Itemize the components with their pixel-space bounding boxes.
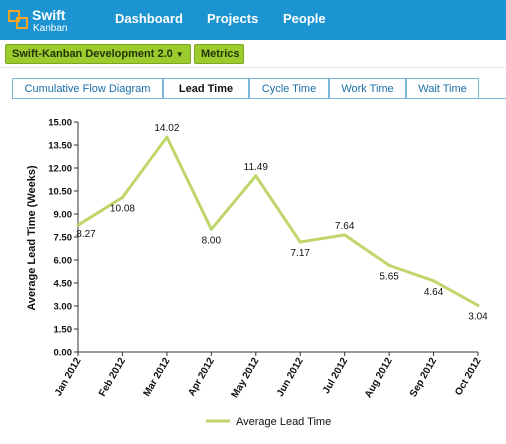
y-tick-label: 10.50 [48, 187, 72, 198]
data-label: 11.49 [244, 162, 269, 173]
tab-cumulative-flow-diagram[interactable]: Cumulative Flow Diagram [12, 78, 163, 99]
nav-dashboard[interactable]: Dashboard [115, 11, 183, 26]
y-tick-label: 13.50 [48, 141, 72, 152]
metrics-label: Metrics [201, 48, 240, 60]
tab-work-time[interactable]: Work Time [329, 78, 406, 99]
data-point [387, 263, 391, 267]
y-tick-label: 0.00 [54, 348, 73, 359]
y-tick-label: 15.00 [48, 118, 72, 129]
top-navigation-bar: Swift Kanban Dashboard Projects People [0, 0, 506, 40]
data-label: 7.17 [290, 248, 310, 259]
data-label: 14.02 [154, 123, 179, 134]
data-labels: 8.27 10.08 14.02 8.00 11.49 7.17 7.64 5.65 4.64 3… [76, 123, 488, 322]
y-tick-label: 6.00 [54, 256, 73, 267]
y-tick-label: 12.00 [48, 164, 72, 175]
chevron-down-icon: ▼ [175, 50, 184, 59]
data-point [298, 240, 302, 244]
y-axis-title: Average Lead Time (Weeks) [26, 165, 38, 311]
tab-cycle-time[interactable]: Cycle Time [249, 78, 329, 99]
lead-time-line-chart: Average Lead Time (Weeks) 0.00 1.50 3.00 4.… [26, 118, 488, 429]
data-point [76, 223, 80, 227]
x-tick-label: Jul 2012 [321, 356, 350, 396]
nav-projects[interactable]: Projects [207, 11, 258, 26]
project-selector[interactable]: Swift-Kanban Development 2.0 ▼ [5, 44, 191, 64]
y-tick-label: 7.50 [54, 233, 73, 244]
x-tick-label: Mar 2012 [142, 356, 173, 399]
logo-subtext: Kanban [33, 23, 68, 34]
data-label: 5.65 [379, 271, 399, 282]
legend-label: Average Lead Time [236, 416, 331, 428]
x-tick-label: Jan 2012 [53, 356, 84, 398]
x-tick-label: May 2012 [230, 356, 262, 400]
metrics-crumb[interactable]: Metrics [194, 44, 244, 64]
tab-divider [12, 98, 506, 99]
data-point [432, 279, 436, 283]
data-point [254, 174, 258, 178]
y-axis-ticks: 0.00 1.50 3.00 4.50 6.00 7.50 9.00 10.50 12.00 13… [48, 118, 78, 359]
x-tick-label: Apr 2012 [186, 356, 217, 398]
lead-time-chart: Average Lead Time (Weeks) 0.00 1.50 3.00 4.… [0, 100, 506, 444]
y-tick-label: 1.50 [54, 325, 73, 336]
data-point [165, 135, 169, 139]
data-point [476, 303, 480, 307]
data-point [343, 233, 347, 237]
y-tick-label: 3.00 [54, 302, 73, 313]
x-tick-label: Sep 2012 [408, 356, 439, 399]
data-point [209, 227, 213, 231]
data-label: 10.08 [110, 203, 135, 214]
data-label: 8.27 [76, 229, 96, 240]
logo-icon [8, 10, 30, 29]
breadcrumb-bar: Swift-Kanban Development 2.0 ▼ Metrics [0, 40, 506, 68]
x-tick-label: Jun 2012 [275, 356, 306, 399]
data-label: 3.04 [468, 311, 488, 322]
data-label: 4.64 [424, 287, 444, 298]
data-label: 7.64 [335, 221, 355, 232]
series-average-lead-time [76, 135, 480, 307]
chart-legend[interactable]: Average Lead Time [206, 416, 331, 428]
data-point [120, 195, 124, 199]
tab-wait-time[interactable]: Wait Time [406, 78, 479, 99]
x-tick-label: Oct 2012 [453, 356, 484, 398]
x-tick-label: Feb 2012 [97, 356, 128, 399]
chart-axes [77, 122, 478, 353]
data-label: 8.00 [202, 235, 222, 246]
x-axis-ticks: Jan 2012 Feb 2012 Mar 2012 Apr 2012 May 2012… [53, 352, 484, 400]
y-tick-label: 9.00 [54, 210, 73, 221]
nav-people[interactable]: People [283, 11, 326, 26]
x-tick-label: Aug 2012 [363, 356, 395, 400]
project-name: Swift-Kanban Development 2.0 [12, 48, 173, 60]
logo-text: Swift [32, 7, 66, 23]
series-line [77, 135, 479, 307]
app-logo[interactable]: Swift Kanban [8, 7, 68, 35]
y-tick-label: 4.50 [54, 279, 73, 290]
tab-lead-time[interactable]: Lead Time [163, 78, 249, 99]
metric-tabs: Cumulative Flow Diagram Lead Time Cycle … [12, 78, 479, 99]
